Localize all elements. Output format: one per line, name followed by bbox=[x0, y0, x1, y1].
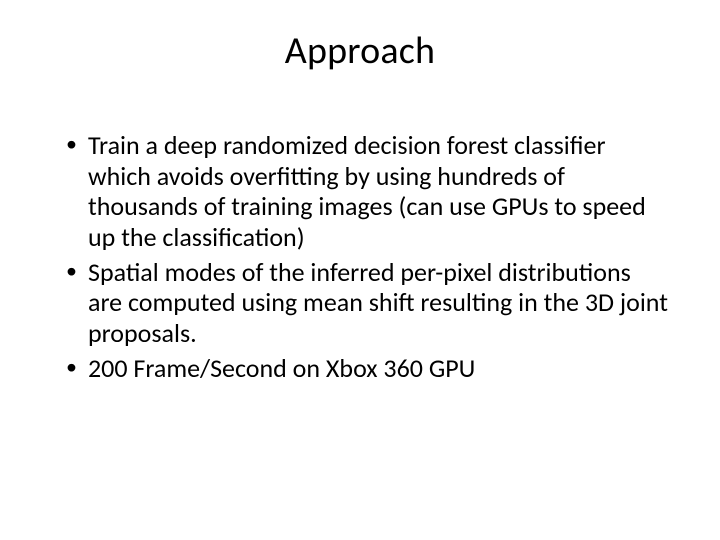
slide: Approach Train a deep randomized decisio… bbox=[0, 0, 720, 540]
list-item: Spatial modes of the inferred per-pixel … bbox=[66, 257, 668, 349]
list-item: Train a deep randomized decision forest … bbox=[66, 130, 668, 253]
slide-title: Approach bbox=[48, 28, 672, 74]
bullet-list: Train a deep randomized decision forest … bbox=[48, 130, 672, 383]
list-item: 200 Frame/Second on Xbox 360 GPU bbox=[66, 353, 668, 384]
